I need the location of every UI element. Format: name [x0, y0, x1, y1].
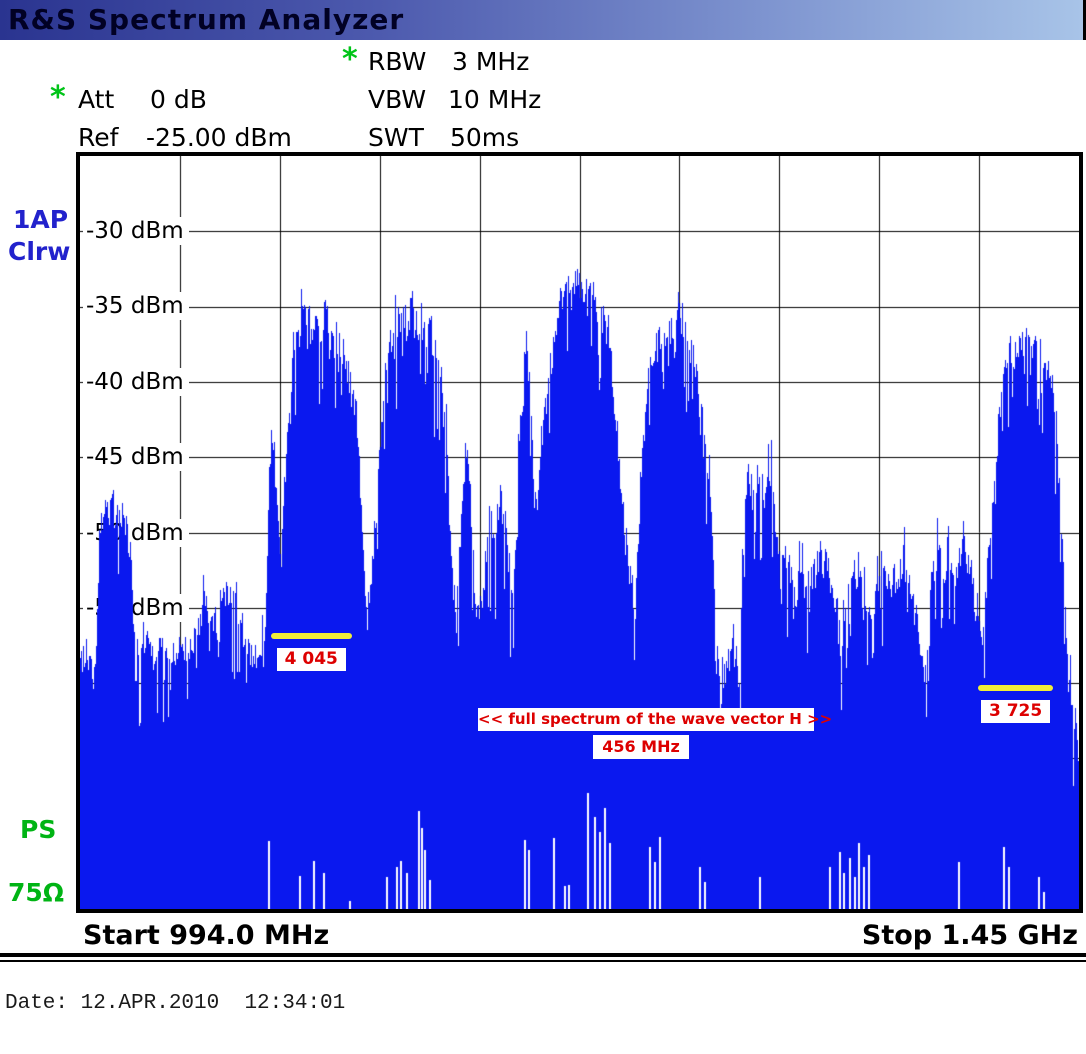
att-label: Att [78, 86, 114, 114]
annotation-note: << full spectrum of the wave vector H >> [478, 708, 814, 731]
detector-label: Clrw [8, 238, 70, 266]
rbw-value: 3 MHz [452, 48, 529, 76]
att-value: 0 dB [150, 86, 207, 114]
separator-line-thick [0, 953, 1086, 957]
ref-value: -25.00 dBm [146, 124, 292, 152]
spectrum-chart: -30 dBm -35 dBm -40 dBm -45 dBm -50 dBm … [76, 152, 1083, 913]
trace-mode-label: 1AP [13, 206, 68, 234]
vbw-value: 10 MHz [448, 86, 541, 114]
impedance-label: 75Ω [8, 879, 64, 907]
swt-label: SWT [368, 124, 424, 152]
date-time-label: Date: 12.APR.2010 12:34:01 [5, 992, 345, 1015]
vbw-label: VBW [368, 86, 426, 114]
swt-value: 50ms [450, 124, 519, 152]
separator-line-thin [0, 960, 1086, 962]
title-bar: R&S Spectrum Analyzer [0, 0, 1083, 40]
stop-frequency-label: Stop 1.45 GHz [862, 920, 1078, 951]
marker-label: 3 725 [981, 700, 1050, 723]
start-frequency-label: Start 994.0 MHz [83, 920, 329, 951]
spectrum-analyzer-screen: R&S Spectrum Analyzer * RBW 3 MHz * Att … [0, 0, 1086, 1054]
marker-line [978, 685, 1052, 691]
marker-line [271, 633, 352, 639]
rbw-active-star: * [342, 46, 358, 74]
marker-layer: 4 045 3 725 [80, 156, 1079, 909]
annotation-span-note: 456 MHz [593, 735, 689, 759]
ps-label: PS [20, 816, 56, 844]
rbw-label: RBW [368, 48, 426, 76]
att-active-star: * [50, 84, 66, 112]
ref-label: Ref [78, 124, 118, 152]
marker-label: 4 045 [277, 648, 346, 671]
app-title: R&S Spectrum Analyzer [0, 0, 1083, 40]
